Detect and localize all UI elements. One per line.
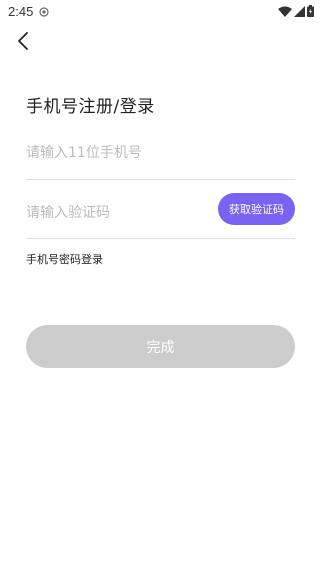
page-title: 手机号注册/登录	[26, 97, 155, 117]
verification-code-input[interactable]	[26, 197, 206, 229]
notification-icon	[39, 2, 49, 21]
chevron-left-icon	[16, 31, 30, 55]
back-button[interactable]	[10, 30, 36, 56]
status-time: 2:45	[8, 3, 34, 19]
register-login-screen: 2:45 手机号注册/登录 请输入11位手机号 请输入验证码 获取验证码 手机号…	[0, 0, 320, 569]
phone-field	[26, 137, 295, 180]
send-code-button[interactable]: 获取验证码	[218, 193, 295, 225]
status-left: 2:45	[8, 2, 49, 21]
battery-icon	[307, 2, 314, 21]
status-right	[278, 2, 314, 21]
password-login-link[interactable]: 手机号密码登录	[26, 251, 103, 267]
wifi-icon	[278, 2, 292, 21]
signal-icon	[294, 2, 305, 21]
code-field: 获取验证码	[26, 193, 295, 239]
status-bar: 2:45	[0, 0, 320, 22]
phone-input[interactable]	[26, 137, 206, 169]
submit-button[interactable]: 完成	[26, 325, 295, 368]
